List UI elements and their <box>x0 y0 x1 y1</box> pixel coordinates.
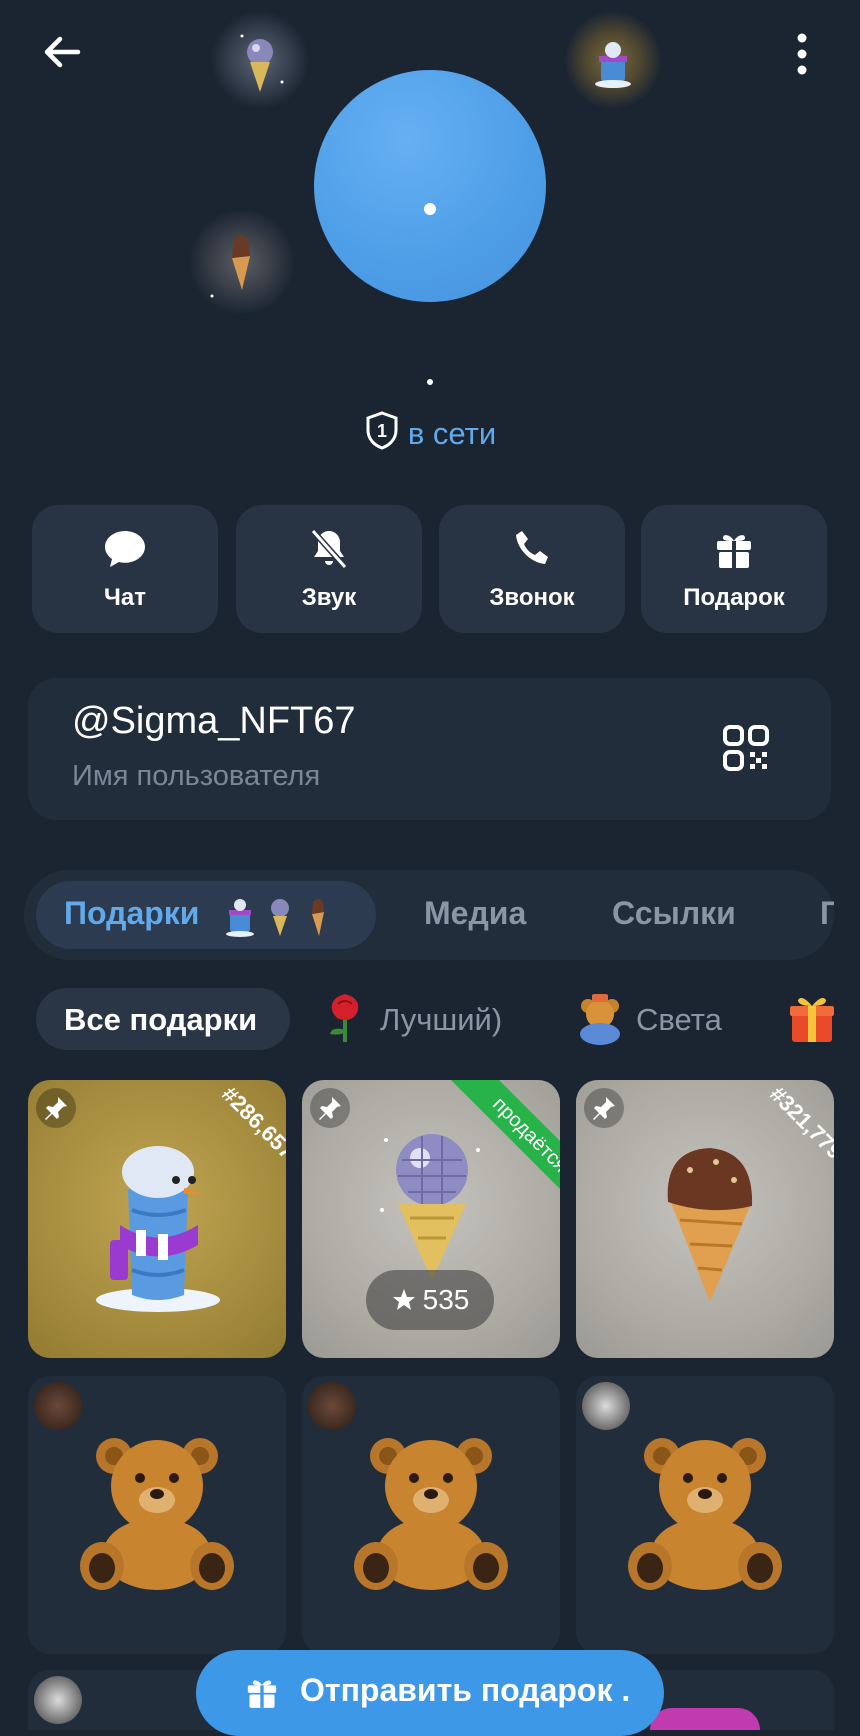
status-text: в сети <box>407 416 497 451</box>
pin-icon <box>36 1088 76 1128</box>
sender-avatar[interactable] <box>582 1382 630 1430</box>
gift-icon <box>247 1680 277 1708</box>
sound-button[interactable]: Звук <box>236 505 422 633</box>
filter-best[interactable]: Лучший) <box>380 1002 502 1038</box>
username-value[interactable]: @Sigma_NFT67 <box>72 700 356 743</box>
back-arrow-icon[interactable] <box>40 30 84 74</box>
pin-icon <box>584 1088 624 1128</box>
profile-avatar[interactable] <box>314 70 546 302</box>
filter-all-gifts[interactable]: Все подарки <box>64 1002 257 1038</box>
svg-text:1: 1 <box>377 421 387 441</box>
price-tag[interactable]: 535 <box>366 1270 494 1330</box>
gift-box-icon[interactable] <box>788 992 836 1046</box>
corner-banner: #321,779 <box>762 1081 834 1164</box>
bell-off-icon <box>310 529 348 569</box>
gift-card-chocolate[interactable]: #321,779 <box>576 1080 834 1358</box>
gift-card-snowman[interactable]: #286,657 <box>28 1080 286 1358</box>
chat-label: Чат <box>104 584 146 611</box>
more-vertical-icon[interactable] <box>790 30 814 78</box>
gift-card-teddy[interactable] <box>576 1376 834 1654</box>
disco-icecream-image <box>380 1134 480 1280</box>
tab-links[interactable]: Ссылки <box>612 895 736 932</box>
phone-icon <box>516 531 548 564</box>
snowman-cup-image <box>96 1146 220 1312</box>
gift-label: Подарок <box>683 584 785 611</box>
avatar-dot <box>424 203 436 215</box>
teddy-bear-image <box>354 1438 508 1590</box>
sound-label: Звук <box>301 584 357 611</box>
shield-badge-icon[interactable]: 1 <box>364 410 400 458</box>
call-label: Звонок <box>489 584 575 611</box>
star-icon <box>392 1289 415 1310</box>
floating-gift-disco-icecream <box>212 12 308 108</box>
floating-gift-chocolate-icecream <box>190 210 294 314</box>
teddy-bear-image <box>628 1438 782 1590</box>
gift-card-teddy[interactable] <box>302 1376 560 1654</box>
pin-icon <box>310 1088 350 1128</box>
gift-button[interactable]: Подарок <box>641 505 827 633</box>
gift-preview <box>650 1708 760 1730</box>
price-value: 535 <box>422 1284 470 1315</box>
floating-gift-snowman-cup <box>565 12 661 108</box>
tab-more[interactable]: Г <box>820 895 834 932</box>
corner-banner: #286,657 <box>214 1081 286 1164</box>
teddy-icon <box>580 994 620 1045</box>
gift-card-teddy[interactable] <box>28 1376 286 1654</box>
sender-avatar[interactable] <box>34 1382 82 1430</box>
filter-sveta[interactable]: Света <box>636 1002 722 1038</box>
profile-name-dot <box>427 379 433 385</box>
call-button[interactable]: Звонок <box>439 505 625 633</box>
sender-avatar[interactable] <box>308 1382 356 1430</box>
chat-button[interactable]: Чат <box>32 505 218 633</box>
gift-icon <box>717 535 751 568</box>
tab-gifts[interactable]: Подарки <box>64 895 199 932</box>
username-label: Имя пользователя <box>72 760 321 792</box>
send-gift-label: Отправить подарок . <box>300 1672 631 1708</box>
tab-gift-icons <box>226 899 324 937</box>
sender-avatar[interactable] <box>34 1676 82 1724</box>
gift-card-disco[interactable]: продаётся 535 <box>302 1080 560 1358</box>
qr-code-icon[interactable] <box>722 724 770 772</box>
tab-media[interactable]: Медиа <box>424 895 526 932</box>
teddy-bear-image <box>80 1438 234 1590</box>
online-status: 1 в сети <box>0 410 860 458</box>
chat-bubble-icon <box>105 531 145 567</box>
rose-icon <box>330 994 359 1042</box>
chocolate-icecream-image <box>667 1148 753 1302</box>
